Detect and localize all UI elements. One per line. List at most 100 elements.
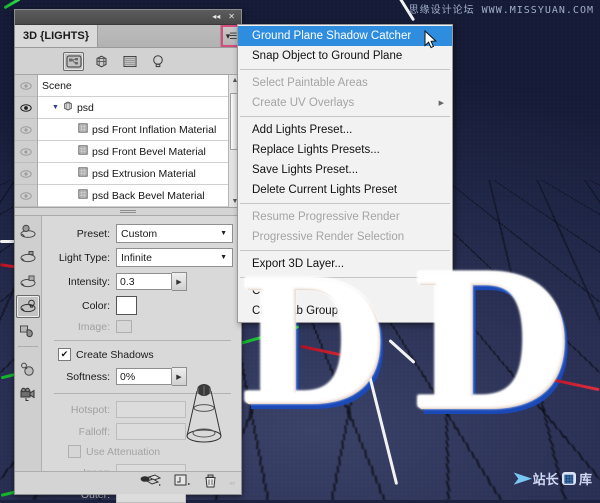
collapse-icon[interactable]: ◂◂ <box>208 13 224 21</box>
3d-lights-panel: ◂◂ ✕ 3D {LIGHTS} ▾☰ Scene ▼ psd psd Fron… <box>14 9 242 503</box>
preset-select[interactable]: Custom ▼ <box>116 224 233 243</box>
tree-row-label: psd Extrusion Material <box>92 167 196 180</box>
menu-item-label: Select Paintable Areas <box>252 77 368 89</box>
menu-item-delete-current-lights-preset[interactable]: Delete Current Lights Preset <box>238 180 452 200</box>
visibility-column <box>15 75 38 207</box>
panel-tab-row: 3D {LIGHTS} ▾☰ <box>15 25 241 48</box>
watermark-qr-icon: ▦ <box>561 472 576 485</box>
watermark-bottom: ➤ 站长 ▦ 库 <box>512 469 592 488</box>
tab-3d-lights[interactable]: 3D {LIGHTS} <box>15 25 99 47</box>
visibility-toggle[interactable] <box>15 75 37 97</box>
splitter-grip <box>120 210 136 213</box>
mesh-filter-icon[interactable] <box>91 52 112 71</box>
menu-item-replace-lights-presets[interactable]: Replace Lights Presets... <box>238 140 452 160</box>
menu-item-label: Delete Current Lights Preset <box>252 184 398 196</box>
hotspot-input <box>116 401 186 418</box>
visibility-toggle[interactable] <box>15 185 37 207</box>
menu-item-label: Progressive Render Selection <box>252 231 405 243</box>
intensity-value: 0.3 <box>120 275 135 288</box>
tree-row-material[interactable]: psd Back Bevel Material <box>38 185 228 207</box>
light-preview-diagram <box>186 384 222 443</box>
toggle-lights-button[interactable] <box>140 474 162 492</box>
softness-label: Softness: <box>66 370 110 383</box>
watermark-top: 思缘设计论坛 WWW.MISSYUAN.COM <box>408 5 594 16</box>
scene-filter-icon[interactable] <box>63 51 84 71</box>
menu-item-save-lights-preset[interactable]: Save Lights Preset... <box>238 160 452 180</box>
intensity-input[interactable]: 0.3 <box>116 273 172 290</box>
image-row: Image: <box>46 320 233 333</box>
expander-icon[interactable]: ▼ <box>52 104 59 111</box>
tab-3d-lights-label: 3D {LIGHTS} <box>23 30 90 42</box>
light-type-value: Infinite <box>121 251 152 264</box>
menu-item-label: Resume Progressive Render <box>252 211 400 223</box>
rotate-light-tool[interactable] <box>16 220 40 243</box>
intensity-label: Intensity: <box>67 275 110 288</box>
create-shadows-label: Create Shadows <box>76 348 154 361</box>
mesh-icon <box>63 101 73 114</box>
color-label: Color: <box>81 299 110 312</box>
new-light-button[interactable] <box>174 474 192 492</box>
tree-row-label: psd Front Inflation Material <box>92 123 217 136</box>
panel-footer: ▫▫ <box>15 471 241 494</box>
visibility-toggle[interactable] <box>15 119 37 141</box>
preset-value: Custom <box>121 227 158 240</box>
material-icon <box>78 145 88 158</box>
camera-light-tool[interactable] <box>16 382 40 405</box>
drag-light-tool[interactable] <box>16 295 40 318</box>
color-swatch[interactable] <box>116 296 137 315</box>
menu-separator <box>240 203 450 204</box>
light-type-label: Light Type: <box>58 251 110 264</box>
light-type-select[interactable]: Infinite ▼ <box>116 248 233 267</box>
lights-filter-icon[interactable] <box>147 52 168 71</box>
image-label: Image: <box>77 320 110 333</box>
delete-light-button[interactable] <box>204 474 217 493</box>
use-attenuation-label: Use Attenuation <box>86 445 161 458</box>
menu-item-label: Ground Plane Shadow Catcher <box>252 30 412 42</box>
intensity-stepper[interactable]: ▶ <box>172 272 187 291</box>
panel-menu-icon: ▾☰ <box>225 30 238 41</box>
menu-item-select-paintable-areas: Select Paintable Areas <box>238 73 452 93</box>
create-shadows-row[interactable]: ✔ Create Shadows <box>58 348 233 361</box>
visibility-toggle[interactable] <box>15 163 37 185</box>
point-light-tool[interactable] <box>16 357 40 380</box>
tree-row-material[interactable]: psd Front Bevel Material <box>38 141 228 163</box>
divider-1 <box>54 340 231 341</box>
menu-item-label: Save Lights Preset... <box>252 164 359 176</box>
submenu-arrow-icon: ▶ <box>438 100 444 107</box>
tree-row-label: psd <box>76 101 94 114</box>
panel-titlebar[interactable]: ◂◂ ✕ <box>15 10 241 25</box>
3d-letter-1: D D <box>238 258 390 435</box>
paint-tool[interactable] <box>16 320 40 343</box>
tree-row-scene[interactable]: Scene <box>38 75 228 97</box>
tree-row-label: Scene <box>42 79 72 92</box>
slide-light-tool[interactable] <box>16 270 40 293</box>
menu-item-resume-progressive-render: Resume Progressive Render <box>238 207 452 227</box>
scene-tree-list[interactable]: Scene ▼ psd psd Front Inflation Material… <box>38 75 228 207</box>
menu-item-ground-plane-shadow-catcher[interactable]: Ground Plane Shadow Catcher <box>238 26 452 46</box>
menu-item-add-lights-preset[interactable]: Add Lights Preset... <box>238 120 452 140</box>
menu-separator <box>240 69 450 70</box>
create-shadows-checkbox[interactable]: ✔ <box>58 348 71 361</box>
visibility-toggle[interactable] <box>15 141 37 163</box>
intensity-row: Intensity: 0.3 ▶ <box>46 272 233 291</box>
light-type-row: Light Type: Infinite ▼ <box>46 248 233 267</box>
preset-row: Preset: Custom ▼ <box>46 224 233 243</box>
menu-item-snap-object-to-ground-plane[interactable]: Snap Object to Ground Plane <box>238 46 452 66</box>
pan-light-tool[interactable] <box>16 245 40 268</box>
close-icon[interactable]: ✕ <box>224 13 239 21</box>
tree-row-psd[interactable]: ▼ psd <box>38 97 228 119</box>
chevron-down-icon: ▼ <box>220 230 227 237</box>
3d-letter-2: D D <box>410 250 575 442</box>
menu-item-label: Add Lights Preset... <box>252 124 353 136</box>
tree-row-material[interactable]: psd Front Inflation Material <box>38 119 228 141</box>
panel-splitter[interactable] <box>15 208 241 216</box>
softness-input[interactable]: 0% <box>116 368 172 385</box>
menu-item-label: Snap Object to Ground Plane <box>252 50 403 62</box>
light-tool-column <box>15 216 42 471</box>
use-attenuation-checkbox <box>68 445 81 458</box>
visibility-toggle[interactable] <box>15 97 37 119</box>
resize-grip-icon[interactable]: ▫▫ <box>229 479 235 488</box>
tree-row-material[interactable]: psd Extrusion Material <box>38 163 228 185</box>
falloff-input <box>116 423 186 440</box>
materials-filter-icon[interactable] <box>119 52 140 71</box>
